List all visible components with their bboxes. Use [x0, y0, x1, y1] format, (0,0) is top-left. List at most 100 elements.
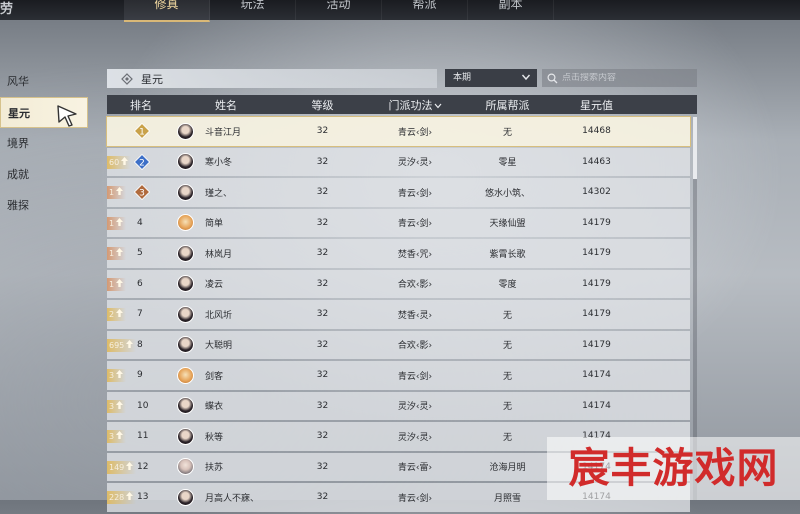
rank-change-indicator: 228 [107, 491, 137, 504]
tab-gameplay[interactable]: 玩法 [210, 0, 296, 20]
tab-cultivation[interactable]: 修真 [124, 0, 210, 22]
sidebar-item-chengjiu[interactable]: 成就 [0, 159, 88, 190]
school-technique: 青云‹雷› [397, 463, 433, 474]
rank-up-arrow-icon [126, 461, 134, 470]
ranking-category-sidebar: 风华 星元 境界 成就 雅探 [0, 66, 88, 221]
avatar[interactable] [177, 305, 194, 323]
school-technique: 合欢‹影› [397, 280, 433, 291]
rank-up-arrow-icon [116, 248, 124, 256]
rank-change-indicator: 1 [107, 277, 127, 291]
avatar[interactable] [177, 458, 194, 476]
rank-number: 12 [137, 461, 149, 472]
rank-cell: 3 11 [107, 422, 175, 451]
sidebar-item-xingyuan[interactable]: 星元 [0, 97, 88, 128]
avatar[interactable] [177, 122, 194, 140]
header-school-label: 门派功法 [388, 98, 433, 112]
search-input[interactable] [562, 73, 687, 83]
rank-cell: 695 8 [107, 331, 175, 360]
guild-name: 月照雪 [493, 493, 521, 504]
player-name-cell: 大聪明 [175, 336, 277, 354]
avatar[interactable] [177, 275, 194, 293]
avatar[interactable] [177, 183, 194, 201]
player-name-cell: 秋等 [175, 427, 277, 445]
star-value: 14468 [582, 126, 611, 137]
period-dropdown[interactable]: 本期 [445, 69, 537, 87]
period-selected-value: 本期 [453, 73, 472, 83]
guild-name: 悠水小筑、 [484, 188, 530, 199]
rank-cell: 15 [107, 239, 175, 268]
table-row[interactable]: 1 斗音江月 32 青云‹剑› 无 14468 [106, 116, 691, 147]
table-row[interactable]: 2 7 北风圻 32 焚香‹灵› 无 14179 [107, 300, 690, 329]
header-guild: 所属帮派 [485, 98, 530, 112]
guild-name: 无 [502, 432, 512, 443]
rank-badge-bronze-icon: 3 [134, 184, 150, 200]
player-name-cell: 简单 [175, 214, 277, 232]
school-technique: 青云‹剑› [397, 219, 433, 230]
table-row[interactable]: 1 3 瑾之、 32 青云‹剑› 悠水小筑、 14302 [107, 178, 690, 207]
rank-badge-blue-icon: 2 [134, 153, 150, 170]
header-star-value: 星元值 [580, 98, 613, 112]
rank-number: 2 [139, 158, 145, 168]
table-row[interactable]: 1 6 凌云 32 合欢‹影› 零度 14179 [107, 269, 690, 298]
player-level: 32 [316, 370, 329, 381]
sidebar-item-jingjie[interactable]: 境界 [0, 128, 88, 159]
rank-up-arrow-icon [121, 156, 129, 165]
guild-name: 无 [502, 310, 512, 321]
table-row[interactable]: 1 4 简单 32 青云‹剑› 天缘仙盟 14179 [107, 208, 690, 237]
school-technique: 青云‹剑› [397, 127, 433, 138]
guild-name: 天缘仙盟 [489, 219, 526, 230]
scrollbar-thumb[interactable] [693, 117, 697, 179]
rank-up-arrow-icon [116, 187, 124, 195]
table-row[interactable]: 3 9 剑客 32 青云‹剑› 无 14174 [107, 361, 690, 390]
rank-cell: 27 [107, 300, 175, 329]
tab-activity[interactable]: 活动 [296, 0, 382, 20]
player-name-cell: 瑾之、 [175, 183, 277, 201]
rank-cell: 3 10 [107, 392, 175, 421]
table-row[interactable]: 3 10 蝶衣 32 灵汐‹灵› 无 14174 [107, 391, 690, 421]
rank-up-arrow-icon [116, 278, 124, 287]
site-watermark: 宸丰游戏网 [547, 437, 800, 500]
avatar[interactable] [177, 427, 194, 445]
avatar[interactable] [177, 153, 194, 171]
top-tabs: 修真 玩法 活动 帮派 副本 [124, 0, 554, 22]
tab-guild[interactable]: 帮派 [382, 0, 468, 20]
avatar[interactable] [177, 244, 194, 262]
rank-up-arrow-icon [116, 431, 124, 439]
star-value: 14179 [582, 339, 611, 350]
avatar[interactable] [177, 336, 194, 354]
header-school-sort[interactable]: 门派功法 [368, 97, 462, 113]
rank-number: 6 [137, 278, 143, 289]
header-name: 姓名 [215, 98, 237, 112]
avatar[interactable] [177, 366, 194, 384]
avatar[interactable] [177, 488, 194, 506]
sidebar-item-yatan[interactable]: 雅探 [0, 190, 88, 221]
rank-badge-gold-icon: 1 [134, 123, 150, 139]
player-name: 简单 [205, 219, 224, 230]
star-value: 14179 [582, 278, 611, 289]
rank-cell: 1 [107, 117, 175, 146]
school-technique: 青云‹剑› [397, 493, 433, 504]
school-technique: 焚香‹灵› [397, 310, 433, 321]
player-name: 蝶衣 [205, 402, 224, 413]
avatar[interactable] [177, 214, 194, 232]
rank-change-value: 2 [109, 310, 115, 319]
rank-change-indicator: 695 [107, 338, 137, 352]
rank-number: 3 [139, 188, 145, 198]
rank-change-indicator: 3 [107, 399, 127, 413]
table-row[interactable]: 695 8 大聪明 32 合欢‹影› 无 14179 [107, 330, 690, 360]
guild-name: 无 [502, 371, 512, 382]
player-name-cell: 寒小冬 [175, 153, 277, 171]
player-name: 寒小冬 [205, 158, 233, 169]
table-row[interactable]: 1 5 林岚月 32 焚香‹咒› 紫霄长歌 14179 [107, 239, 690, 268]
player-level: 32 [316, 187, 329, 198]
avatar[interactable] [177, 397, 194, 415]
rank-up-arrow-icon [116, 309, 124, 317]
sidebar-item-fenghua[interactable]: 风华 [0, 66, 88, 97]
tab-dungeon[interactable]: 副本 [468, 0, 554, 20]
player-name-cell: 北风圻 [175, 305, 277, 323]
rank-number: 4 [137, 217, 143, 228]
table-row[interactable]: 60 2 寒小冬 32 灵汐‹灵› 零星 14463 [107, 147, 690, 176]
player-search [542, 69, 697, 87]
rank-cell: 228 13 [107, 483, 175, 512]
rank-number: 8 [137, 339, 143, 350]
